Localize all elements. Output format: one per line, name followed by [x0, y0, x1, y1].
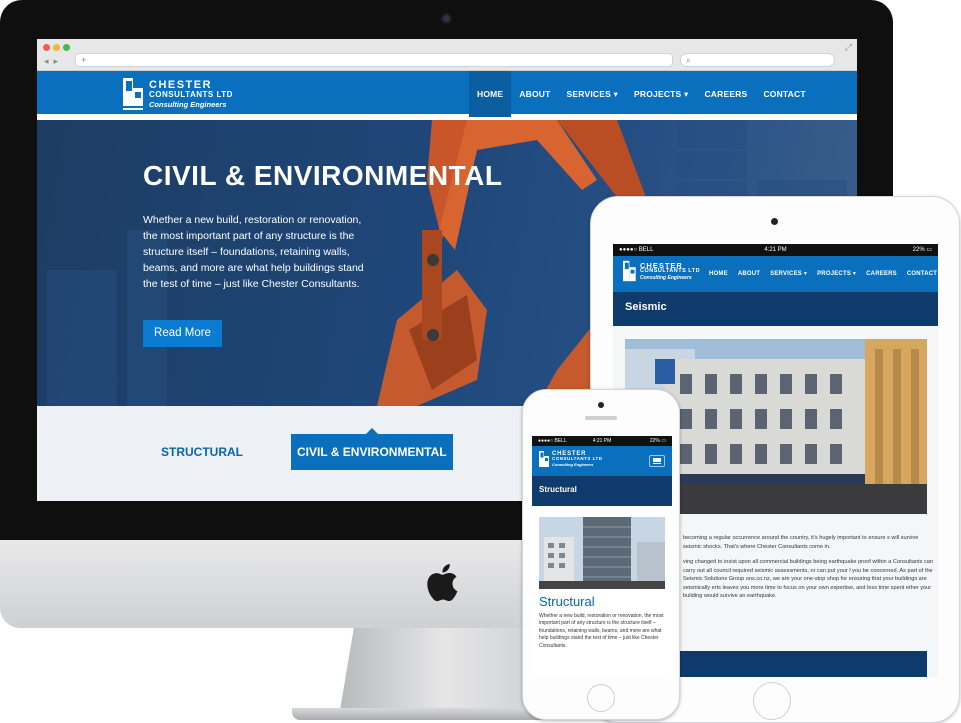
status-time: 4:21 PM	[764, 247, 787, 253]
minimize-dot-icon[interactable]	[53, 44, 60, 51]
browser-toolbar: ◂▸ + ⌕ ⤢	[37, 39, 857, 71]
caret-down-icon: ▾	[852, 271, 857, 277]
phone-status-bar: ●●●●○ BELL 4:21 PM 22% ▭	[532, 436, 672, 446]
tab-structural[interactable]: STRUCTURAL	[155, 434, 249, 470]
phone-home-button[interactable]	[587, 684, 615, 712]
apple-logo-icon	[427, 564, 458, 602]
battery-level: 22% ▭	[649, 438, 666, 444]
phone-speaker	[585, 416, 617, 420]
nav-home[interactable]: HOME	[469, 71, 512, 117]
nav-projects[interactable]: PROJECTS ▾	[812, 256, 861, 292]
caret-down-icon: ▾	[684, 89, 689, 99]
close-dot-icon[interactable]	[43, 44, 50, 51]
nav-services[interactable]: SERVICES ▾	[559, 71, 626, 117]
logo-ltd: CONSULTANTS LTD	[640, 268, 701, 274]
phone-site-header: CHESTER CONSULTANTS LTD Consulting Engin…	[532, 446, 672, 476]
site-logo[interactable]: CHESTER CONSULTANTS LTD Consulting Engin…	[123, 76, 233, 112]
nav-careers[interactable]: CAREERS	[861, 256, 902, 292]
hero-description: Whether a new build, restoration or reno…	[143, 214, 364, 290]
tablet-site-logo[interactable]: CHESTER CONSULTANTS LTD Consulting Engin…	[623, 260, 700, 282]
caret-down-icon: ▾	[613, 89, 619, 99]
nav-services[interactable]: SERVICES ▾	[765, 256, 812, 292]
nav-home[interactable]: HOME	[704, 256, 733, 292]
hero-title: CIVIL & ENVIRONMENTAL	[143, 160, 503, 191]
device-mockup: ◂▸ + ⌕ ⤢ CHESTER CONSULTANTS LTD Consult…	[0, 0, 961, 723]
phone-page-title: Structural	[539, 485, 577, 494]
back-forward-icon[interactable]: ◂▸	[44, 56, 63, 67]
tablet-site-header: CHESTER CONSULTANTS LTD Consulting Engin…	[613, 256, 938, 292]
battery-percent: 22%	[649, 438, 660, 444]
phone-camera	[598, 402, 604, 408]
tablet-status-bar: ●●●●○ BELL 4:21 PM 22% ▭	[613, 244, 938, 256]
fullscreen-icon[interactable]: ⤢	[845, 42, 852, 53]
tablet-home-button[interactable]	[753, 682, 791, 720]
logo-tagline: Consulting Engineers	[640, 274, 692, 281]
tablet-camera	[771, 218, 778, 225]
menu-icon[interactable]	[649, 455, 665, 467]
nav-services-label: SERVICES	[566, 89, 611, 99]
phone-screen: ●●●●○ BELL 4:21 PM 22% ▭ CHESTER CONSULT…	[532, 436, 672, 678]
nav-contact[interactable]: CONTACT	[902, 256, 938, 292]
nav-about[interactable]: ABOUT	[733, 256, 765, 292]
tablet-paragraph-2: ving changed to insist upon all commerci…	[683, 559, 934, 599]
caret-down-icon: ▾	[803, 271, 808, 277]
tab-civil-environmental[interactable]: CIVIL & ENVIRONMENTAL	[291, 428, 453, 470]
phone-device: ●●●●○ BELL 4:21 PM 22% ▭ CHESTER CONSULT…	[522, 389, 680, 720]
phone-section-heading: Structural	[539, 594, 595, 609]
site-header: CHESTER CONSULTANTS LTD Consulting Engin…	[37, 71, 857, 117]
nav-contact[interactable]: CONTACT	[755, 71, 813, 117]
logo-tagline: Consulting Engineers	[149, 99, 227, 109]
nav-about[interactable]: ABOUT	[511, 71, 558, 117]
battery-percent: 22%	[912, 247, 925, 253]
phone-page-title-bar: Structural	[532, 476, 672, 506]
read-more-button[interactable]: Read More	[143, 320, 222, 347]
logo-ltd: CONSULTANTS LTD	[149, 89, 233, 99]
nav-projects-label: PROJECTS	[817, 271, 852, 277]
logo-mark-icon	[623, 260, 636, 282]
tablet-page-title: Seismic	[625, 301, 667, 313]
zoom-dot-icon[interactable]	[63, 44, 70, 51]
logo-mark-icon	[123, 78, 145, 110]
main-nav: HOME ABOUT SERVICES ▾ PROJECTS ▾ CAREERS…	[469, 71, 814, 117]
phone-site-logo[interactable]: CHESTER CONSULTANTS LTD Consulting Engin…	[539, 450, 603, 468]
nav-projects-label: PROJECTS	[634, 89, 682, 99]
phone-section-text: Whether a new build, restoration or reno…	[539, 613, 664, 649]
tablet-nav: HOME ABOUT SERVICES ▾ PROJECTS ▾ CAREERS…	[704, 256, 938, 292]
logo-tagline: Consulting Engineers	[552, 461, 594, 467]
battery-level: 22% ▭	[912, 247, 932, 253]
tablet-page-title-bar: Seismic	[613, 292, 938, 326]
browser-search-field[interactable]: ⌕	[680, 53, 835, 67]
structural-building-image	[539, 517, 665, 589]
nav-services-label: SERVICES	[770, 271, 802, 277]
logo-mark-icon	[539, 451, 549, 467]
tablet-paragraph-1: becoming a regular occurrence around the…	[683, 535, 919, 550]
nav-careers[interactable]: CAREERS	[696, 71, 755, 117]
imac-camera	[443, 15, 450, 22]
nav-projects[interactable]: PROJECTS ▾	[626, 71, 696, 117]
address-bar[interactable]: +	[75, 53, 673, 67]
